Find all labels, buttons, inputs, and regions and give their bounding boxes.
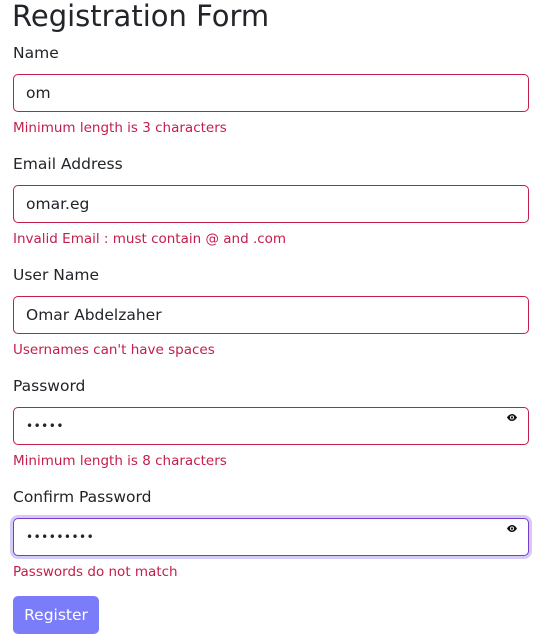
confirm-password-input-wrapper [13, 518, 529, 556]
registration-page: Registration Form Name Minimum length is… [0, 0, 544, 636]
confirm-password-input[interactable] [13, 518, 529, 556]
username-field-group: User Name Usernames can't have spaces [13, 265, 529, 359]
name-label: Name [13, 44, 59, 62]
confirm-password-field-group: Confirm Password Passwords do not match [13, 487, 529, 581]
email-input[interactable] [13, 185, 529, 223]
password-label: Password [13, 377, 86, 395]
confirm-password-label: Confirm Password [13, 488, 152, 506]
register-button[interactable]: Register [13, 596, 99, 634]
username-error: Usernames can't have spaces [13, 342, 215, 358]
email-label: Email Address [13, 155, 123, 173]
name-error: Minimum length is 3 characters [13, 120, 227, 136]
password-input[interactable] [13, 407, 529, 445]
name-input[interactable] [13, 74, 529, 112]
name-field-group: Name Minimum length is 3 characters [13, 43, 529, 137]
email-field-group: Email Address Invalid Email : must conta… [13, 154, 529, 248]
username-input-wrapper [13, 296, 529, 334]
username-label: User Name [13, 266, 99, 284]
confirm-password-error: Passwords do not match [13, 564, 178, 580]
password-input-wrapper [13, 407, 529, 445]
username-input[interactable] [13, 296, 529, 334]
email-error: Invalid Email : must contain @ and .com [13, 231, 287, 247]
password-error: Minimum length is 8 characters [13, 453, 227, 469]
name-input-wrapper [13, 74, 529, 112]
eye-icon[interactable] [506, 524, 518, 533]
password-field-group: Password Minimum length is 8 characters [13, 376, 529, 470]
email-input-wrapper [13, 185, 529, 223]
eye-icon[interactable] [506, 413, 518, 422]
page-title: Registration Form [12, 0, 270, 33]
